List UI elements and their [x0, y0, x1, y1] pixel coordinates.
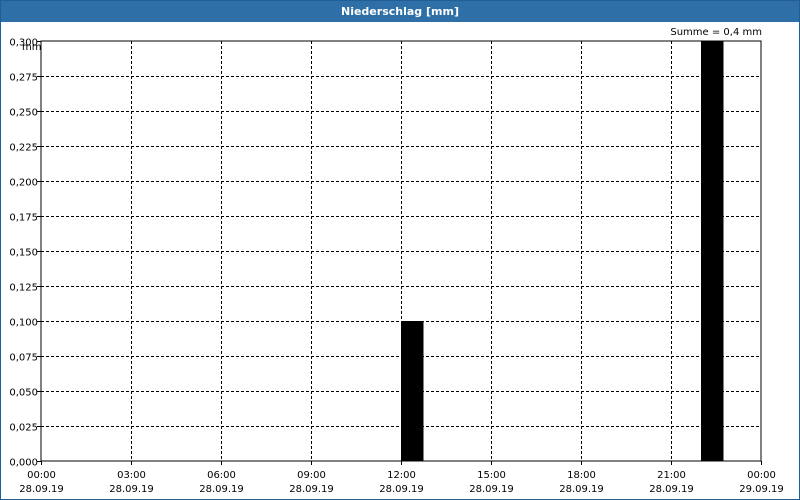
y-tick-label: 0,275 — [9, 73, 38, 84]
y-tick-label: 0,225 — [9, 143, 38, 154]
y-tick-label: 0,150 — [9, 248, 38, 259]
x-tick-date-label: 29.09.19 — [739, 484, 784, 495]
y-tick-label: 0,200 — [9, 178, 38, 189]
y-tick-label: 0,050 — [9, 388, 38, 399]
x-tick-date-label: 28.09.19 — [649, 484, 694, 495]
x-tick-date-label: 28.09.19 — [379, 484, 424, 495]
x-tick-time-label: 09:00 — [297, 470, 326, 481]
y-tick-label: 0,300 — [9, 38, 38, 49]
x-tick-time-label: 18:00 — [567, 470, 596, 481]
x-tick-date-label: 28.09.19 — [559, 484, 604, 495]
precipitation-bar — [401, 321, 424, 461]
y-tick-label: 0,000 — [9, 458, 38, 469]
x-tick-time-label: 06:00 — [207, 470, 236, 481]
y-tick-label: 0,175 — [9, 213, 38, 224]
y-tick-label: 0,025 — [9, 423, 38, 434]
x-tick-date-label: 28.09.19 — [109, 484, 154, 495]
y-tick-label: 0,125 — [9, 283, 38, 294]
x-tick-time-label: 00:00 — [27, 470, 56, 481]
x-tick-time-label: 15:00 — [477, 470, 506, 481]
x-tick-date-label: 28.09.19 — [19, 484, 64, 495]
x-tick-time-label: 00:00 — [747, 470, 776, 481]
precipitation-bar — [701, 41, 724, 461]
x-tick-date-label: 28.09.19 — [469, 484, 514, 495]
y-tick-label: 0,075 — [9, 353, 38, 364]
x-tick-date-label: 28.09.19 — [289, 484, 334, 495]
y-tick-label: 0,250 — [9, 108, 38, 119]
precipitation-chart: 0,000 0,025 0,050 0,075 0,100 0,125 0,150 0,175… — [9, 38, 784, 496]
x-tick-time-label: 21:00 — [657, 470, 686, 481]
x-tick-time-label: 12:00 — [387, 470, 416, 481]
chart-window: Niederschlag [mm] mm Summe = 0,4 mm 0,00… — [0, 0, 800, 500]
x-tick-date-label: 28.09.19 — [199, 484, 244, 495]
x-tick-time-label: 03:00 — [117, 470, 146, 481]
y-tick-label: 0,100 — [9, 318, 38, 329]
